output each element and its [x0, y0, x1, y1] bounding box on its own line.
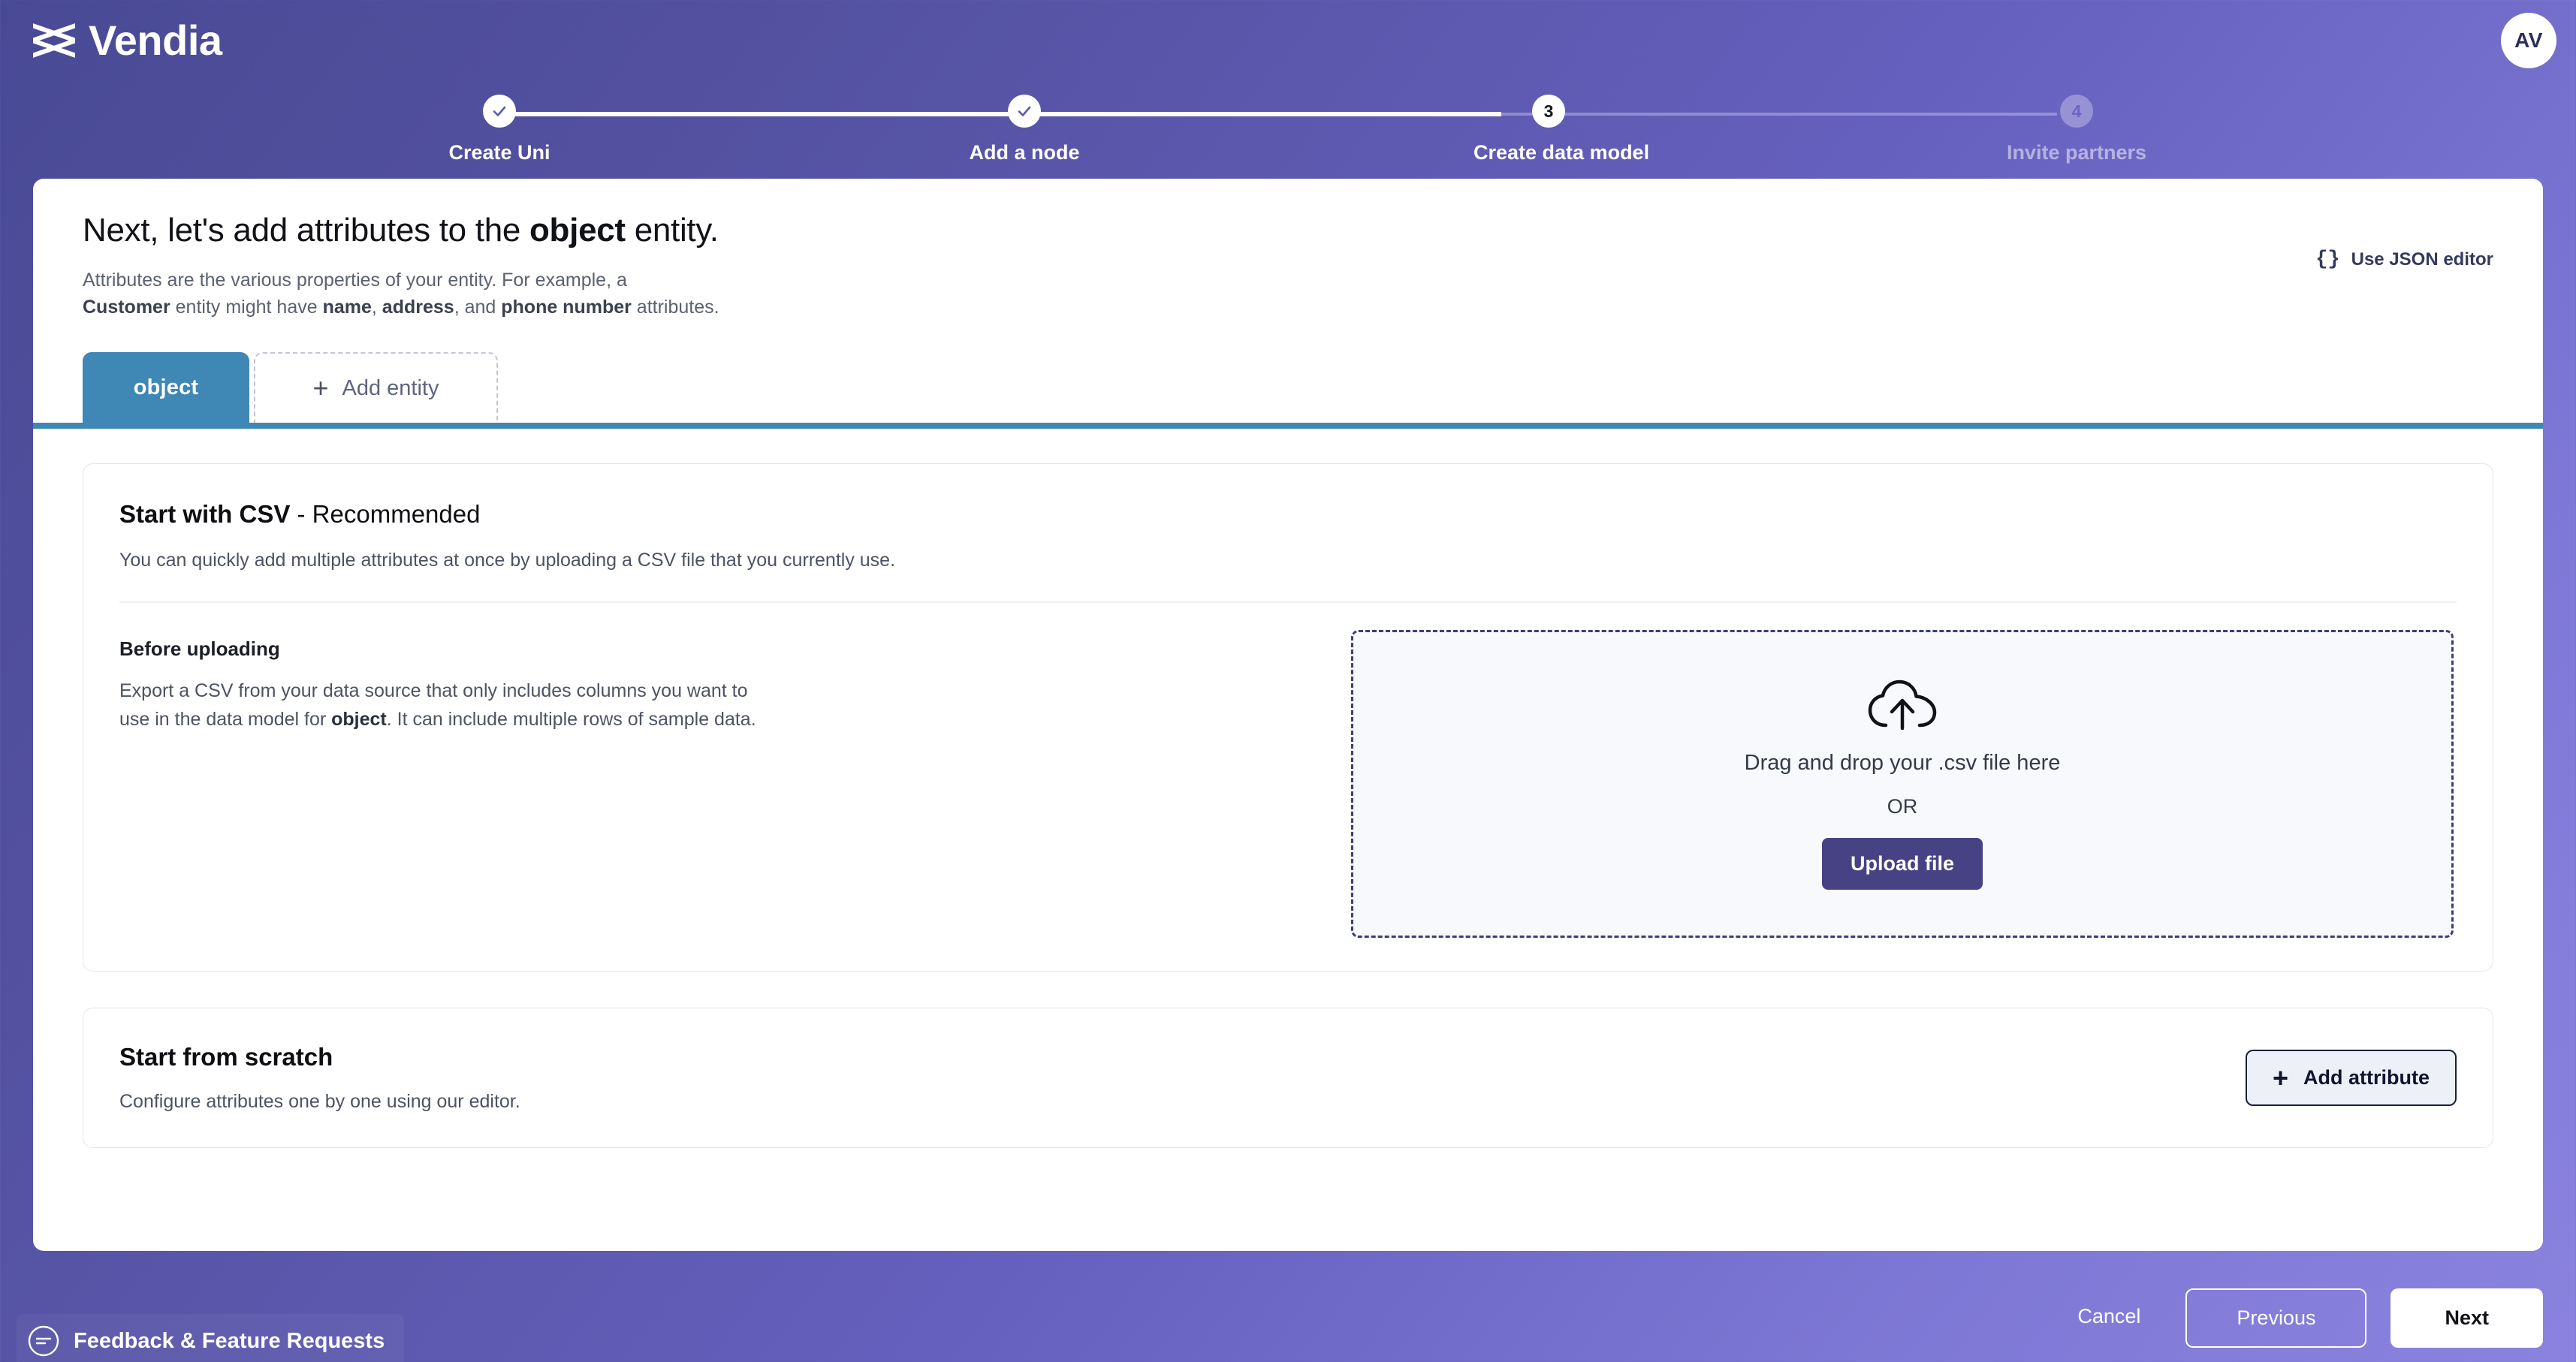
csv-card-title-bold: Start with CSV: [119, 500, 291, 529]
avatar[interactable]: AV: [2501, 13, 2556, 68]
feedback-widget[interactable]: Feedback & Feature Requests: [17, 1314, 405, 1362]
subtitle-seg-b: entity might have: [170, 296, 323, 318]
before-seg-a: use in the data model for: [119, 708, 332, 730]
curly-braces-icon: {}: [2315, 249, 2340, 271]
stepper-track: [447, 112, 2107, 116]
vendia-logo-icon: [33, 23, 75, 58]
page-title-suffix: entity.: [625, 212, 719, 249]
check-icon: [1015, 102, 1033, 120]
tab-object[interactable]: object: [83, 352, 249, 423]
subtitle-seg-f: , and: [454, 296, 502, 318]
page-title: Next, let's add attributes to the object…: [83, 212, 2493, 250]
check-icon: [490, 102, 508, 120]
plus-icon: +: [2272, 1062, 2288, 1094]
csv-card-title-light: - Recommended: [290, 500, 481, 529]
step-3-label: Create data model: [1474, 141, 1650, 164]
tab-underline: [33, 423, 2543, 429]
stepper-step-invite-partners[interactable]: 4 Invite partners: [2001, 90, 2152, 164]
step-4-label: Invite partners: [2006, 141, 2147, 164]
entity-tabs: object + Add entity: [33, 352, 2543, 429]
csv-card-body: Before uploading Export a CSV from your …: [119, 630, 2457, 939]
stepper-step-add-a-node[interactable]: Add a node: [949, 90, 1099, 164]
before-uploading-text: Export a CSV from your data source that …: [119, 677, 915, 734]
csv-card-title: Start with CSV - Recommended: [119, 500, 2457, 529]
feedback-circle-icon: [27, 1324, 60, 1357]
tab-add-entity[interactable]: + Add entity: [254, 352, 498, 423]
brand-name: Vendia: [89, 17, 222, 64]
subtitle-line-1: Attributes are the various properties of…: [83, 269, 627, 291]
app-header: Vendia AV: [0, 0, 2576, 81]
subtitle-name: name: [322, 296, 372, 318]
csv-dropzone[interactable]: Drag and drop your .csv file here OR Upl…: [1351, 630, 2454, 939]
tab-object-label: object: [133, 375, 199, 399]
before-line-2: use in the data model for object. It can…: [119, 706, 915, 734]
entity-tabs-row: object + Add entity: [83, 352, 2543, 423]
tab-add-entity-label: Add entity: [342, 375, 439, 400]
feedback-label: Feedback & Feature Requests: [74, 1328, 385, 1353]
before-seg-b: . It can include multiple rows of sample…: [386, 708, 756, 730]
dropzone-drag-text: Drag and drop your .csv file here: [1744, 750, 2061, 775]
progress-stepper: Create Uni Add a node 3 Create data mode…: [447, 90, 2146, 164]
step-2-label: Add a node: [969, 141, 1080, 164]
step-4-bubble: 4: [2060, 95, 2093, 128]
dropzone-or-text: OR: [1887, 794, 1918, 818]
main-panel: Next, let's add attributes to the object…: [33, 179, 2543, 1251]
step-1-label: Create Uni: [448, 141, 550, 164]
scratch-text-block: Start from scratch Configure attributes …: [119, 1043, 520, 1113]
step-3-bubble: 3: [1532, 95, 1565, 128]
subtitle-address: address: [382, 296, 454, 318]
start-from-scratch-card: Start from scratch Configure attributes …: [83, 1008, 2493, 1149]
page-title-entity: object: [529, 212, 626, 249]
before-line-1: Export a CSV from your data source that …: [119, 680, 748, 702]
scratch-card-title: Start from scratch: [119, 1043, 333, 1071]
csv-card-divider: [119, 601, 2457, 604]
page-title-prefix: Next, let's add attributes to the: [83, 212, 529, 249]
use-json-editor-label: Use JSON editor: [2351, 249, 2493, 270]
page-subtitle: Attributes are the various properties of…: [83, 267, 1134, 321]
next-button[interactable]: Next: [2390, 1288, 2543, 1348]
scratch-card-description: Configure attributes one by one using ou…: [119, 1091, 520, 1113]
subtitle-customer: Customer: [83, 296, 170, 318]
previous-button[interactable]: Previous: [2185, 1288, 2367, 1348]
before-entity-name: object: [331, 708, 387, 730]
before-uploading-title: Before uploading: [119, 637, 280, 661]
brand-logo[interactable]: Vendia: [33, 20, 222, 62]
add-attribute-button[interactable]: + Add attribute: [2245, 1050, 2457, 1107]
stepper-step-create-data-model[interactable]: 3 Create data model: [1474, 90, 1650, 164]
cloud-upload-icon: [1867, 679, 1938, 731]
subtitle-seg-d: ,: [371, 296, 382, 318]
csv-card-description: You can quickly add multiple attributes …: [119, 550, 896, 571]
step-1-bubble: [483, 95, 516, 128]
before-uploading-block: Before uploading Export a CSV from your …: [119, 630, 1321, 938]
add-attribute-label: Add attribute: [2303, 1066, 2430, 1089]
start-with-csv-card: Start with CSV - Recommended You can qui…: [83, 463, 2493, 972]
panel-header: Next, let's add attributes to the object…: [33, 179, 2543, 321]
content-cards: Start with CSV - Recommended You can qui…: [33, 429, 2543, 1149]
subtitle-line-2: Customer entity might have name, address…: [83, 294, 1134, 321]
subtitle-phone-number: phone number: [501, 296, 632, 318]
upload-file-button[interactable]: Upload file: [1821, 837, 1983, 890]
cancel-button[interactable]: Cancel: [2056, 1288, 2161, 1345]
use-json-editor-button[interactable]: {} Use JSON editor: [2315, 249, 2493, 271]
subtitle-seg-h: attributes.: [631, 296, 719, 318]
plus-icon: +: [312, 372, 329, 403]
step-2-bubble: [1008, 95, 1041, 128]
stepper-step-create-uni[interactable]: Create Uni: [424, 90, 575, 164]
